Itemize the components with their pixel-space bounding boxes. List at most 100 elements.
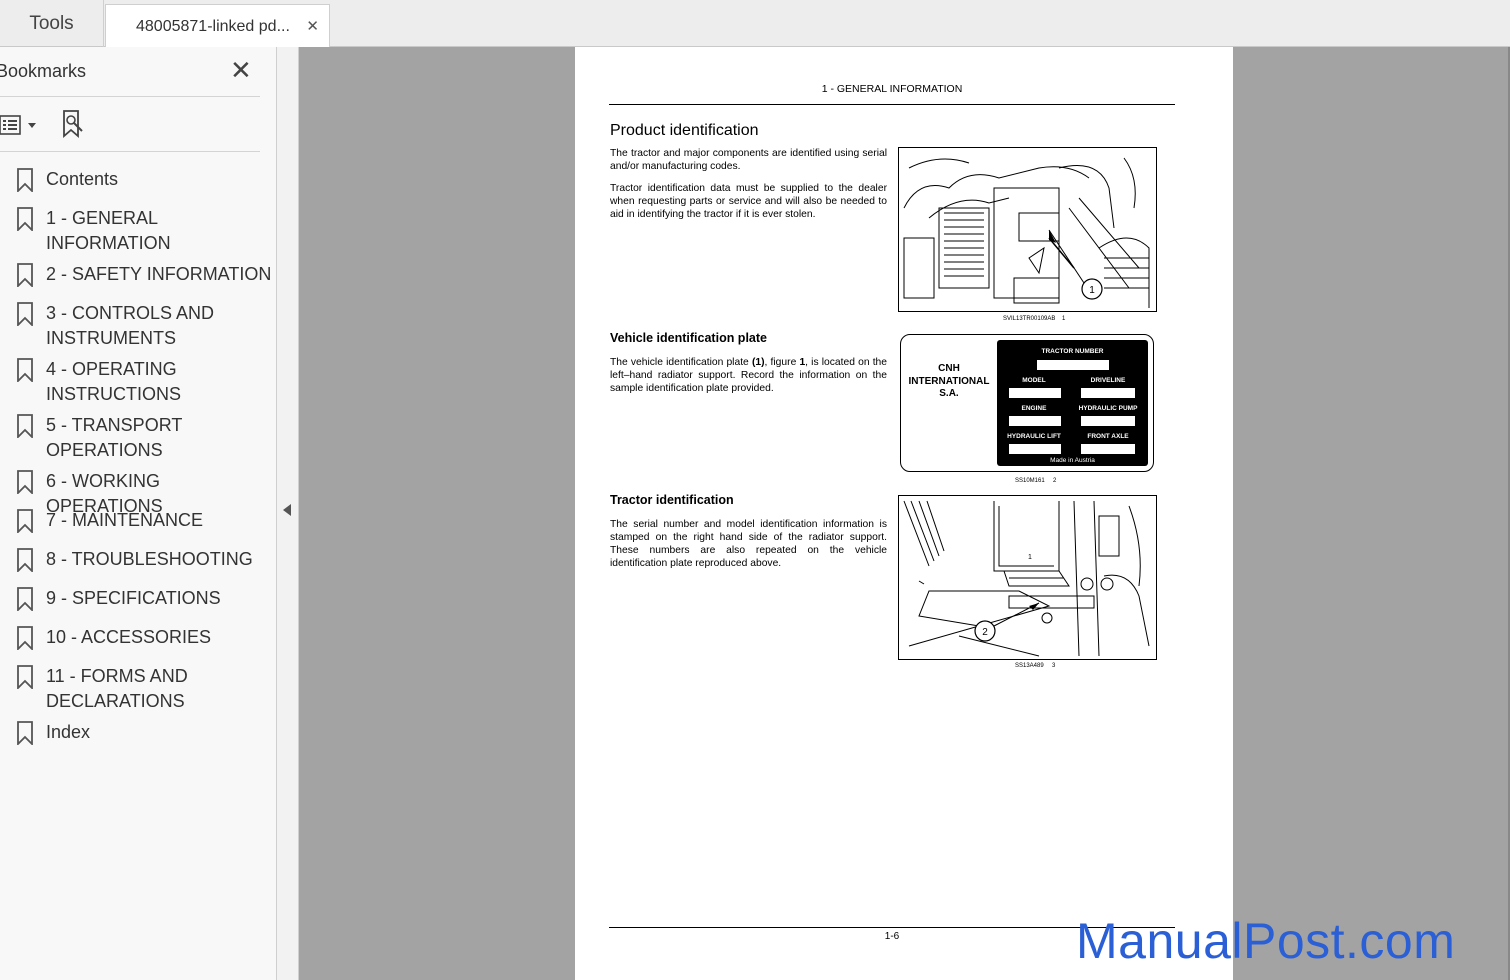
figure-radiator-photo: 2 1 [898, 495, 1157, 660]
bookmark-icon [17, 470, 33, 494]
bookmark-item[interactable]: Contents [0, 167, 275, 197]
figure-number: 1 [1062, 316, 1066, 322]
figure-caption: SS10M161 2 [1015, 478, 1056, 484]
bookmark-icon [17, 207, 33, 231]
bookmark-item[interactable]: 5 - TRANSPORT OPERATIONS [0, 413, 275, 460]
plate-data-panel: TRACTOR NUMBER MODEL DRIVELINE ENGINE HY… [997, 340, 1148, 466]
bookmarks-title: Bookmarks [0, 61, 87, 81]
find-bookmark-icon[interactable] [58, 108, 90, 140]
section-title: Vehicle identification plate [610, 331, 767, 345]
callout-1: 1 [1028, 554, 1032, 561]
plate-label: ENGINE [1021, 405, 1047, 412]
paragraph: The vehicle identification plate (1), fi… [610, 356, 887, 395]
identification-plate: CNH INTERNATIONAL S.A. TRACTOR NUMBER MO… [900, 334, 1154, 472]
plate-made-in: Made in Austria [1050, 457, 1095, 464]
bookmark-icon [17, 414, 33, 438]
section-title: Tractor identification [610, 493, 734, 507]
figure-caption: SS13A489 3 [1015, 663, 1055, 669]
page-title: Product identification [610, 122, 759, 139]
bookmark-item[interactable]: 10 - ACCESSORIES [0, 625, 275, 655]
header-rule [609, 104, 1175, 105]
figure-caption: SVIL13TR00109AB 1 [1003, 316, 1065, 322]
bookmark-icon [17, 665, 33, 689]
watermark-logo: ManualPost.com [1076, 913, 1456, 969]
bookmark-icon [17, 509, 33, 533]
bookmark-icon [17, 548, 33, 572]
bookmarks-panel: Bookmarks ✕ Contents 1 - GENERAL INFORMA… [0, 47, 277, 980]
plate-field [1009, 444, 1061, 454]
bookmarks-toolbar [0, 98, 260, 152]
bookmark-item[interactable]: 11 - FORMS AND DECLARATIONS [0, 664, 275, 711]
plate-field [1081, 444, 1135, 454]
plate-field [1081, 416, 1135, 426]
bookmark-item[interactable]: 4 - OPERATING INSTRUCTIONS [0, 357, 275, 404]
figure-number: 3 [1052, 663, 1056, 669]
bookmark-item[interactable]: 1 - GENERAL INFORMATION [0, 206, 275, 253]
close-panel-icon[interactable]: ✕ [230, 55, 252, 85]
tab-document[interactable]: 48005871-linked pd... ✕ [105, 4, 330, 48]
plate-label: HYDRAULIC PUMP [1078, 405, 1138, 412]
bookmark-icon [17, 168, 33, 192]
figure-engine-photo: 1 [898, 147, 1157, 312]
bookmark-item[interactable]: 3 - CONTROLS AND INSTRUMENTS [0, 301, 275, 348]
bookmark-item[interactable]: 9 - SPECIFICATIONS [0, 586, 275, 616]
bookmark-icon [17, 302, 33, 326]
bookmark-icon [17, 626, 33, 650]
plate-maker-line: CNH [938, 363, 960, 374]
plate-label: TRACTOR NUMBER [1041, 348, 1104, 355]
page-header: 1 - GENERAL INFORMATION [821, 83, 963, 95]
bookmark-item[interactable]: 8 - TROUBLESHOOTING [0, 547, 275, 577]
bookmark-item[interactable]: Index [0, 720, 275, 750]
bookmark-icon [17, 721, 33, 745]
panel-collapse-handle[interactable] [277, 47, 299, 980]
pdf-page: 1 - GENERAL INFORMATION Product identifi… [575, 47, 1233, 980]
plate-field [1081, 388, 1135, 398]
bookmark-icon [17, 358, 33, 382]
figure-number: 2 [1053, 478, 1057, 484]
text-run: The vehicle identification plate [610, 357, 752, 368]
tab-tools[interactable]: Tools [0, 0, 104, 47]
paragraph: Tractor identification data must be supp… [610, 183, 887, 220]
bookmark-label: 3 - CONTROLS AND INSTRUMENTS [46, 303, 215, 348]
bookmarks-header: Bookmarks ✕ [0, 47, 260, 97]
text-run-bold: (1) [751, 357, 765, 368]
callout-1: 1 [1089, 285, 1095, 296]
bookmark-item[interactable]: 7 - MAINTENANCE [0, 508, 275, 538]
bookmark-label: 5 - TRANSPORT OPERATIONS [46, 415, 183, 460]
bookmark-label: 7 - MAINTENANCE [46, 510, 204, 530]
bookmark-label: 2 - SAFETY INFORMATION [46, 264, 272, 284]
plate-field [1009, 416, 1061, 426]
paragraph: The serial number and model identificati… [610, 519, 887, 569]
plate-field [1009, 388, 1061, 398]
figure-code: SS10M161 [1015, 478, 1045, 484]
tab-document-title: 48005871-linked pd... [136, 17, 290, 35]
radiator-illustration: 2 1 [903, 500, 1150, 657]
plate-label: MODEL [1022, 377, 1046, 384]
tab-bar: Tools 48005871-linked pd... ✕ [0, 0, 1510, 48]
bookmark-label: 11 - FORMS AND DECLARATIONS [46, 666, 188, 711]
plate-label: HYDRAULIC LIFT [1007, 433, 1061, 440]
bookmark-icon [17, 587, 33, 611]
bookmark-label: 8 - TROUBLESHOOTING [46, 549, 253, 569]
collapse-arrow-icon [283, 504, 291, 516]
engine-illustration: 1 [903, 157, 1150, 308]
close-tab-icon[interactable]: ✕ [306, 17, 319, 35]
plate-maker-line: S.A. [939, 388, 959, 399]
options-menu-icon[interactable] [0, 112, 40, 138]
figure-code: SVIL13TR00109AB [1003, 316, 1056, 322]
bookmark-label: 4 - OPERATING INSTRUCTIONS [46, 359, 181, 404]
plate-maker: CNH INTERNATIONAL S.A. [901, 363, 997, 401]
bookmark-icon [17, 263, 33, 287]
bookmark-label: 10 - ACCESSORIES [46, 627, 212, 647]
bookmark-item[interactable]: 6 - WORKING OPERATIONS [0, 469, 275, 516]
figure-code: SS13A489 [1015, 663, 1044, 669]
bookmark-item[interactable]: 2 - SAFETY INFORMATION [0, 262, 275, 292]
bookmark-label: Index [46, 722, 91, 742]
plate-maker-line: INTERNATIONAL [908, 375, 990, 387]
bookmark-label: 1 - GENERAL INFORMATION [46, 208, 171, 253]
bookmark-label: Contents [46, 169, 119, 189]
text-run: , figure [764, 357, 800, 368]
plate-label: FRONT AXLE [1087, 433, 1129, 440]
bookmark-label: 9 - SPECIFICATIONS [46, 588, 221, 608]
plate-field [1037, 360, 1109, 370]
